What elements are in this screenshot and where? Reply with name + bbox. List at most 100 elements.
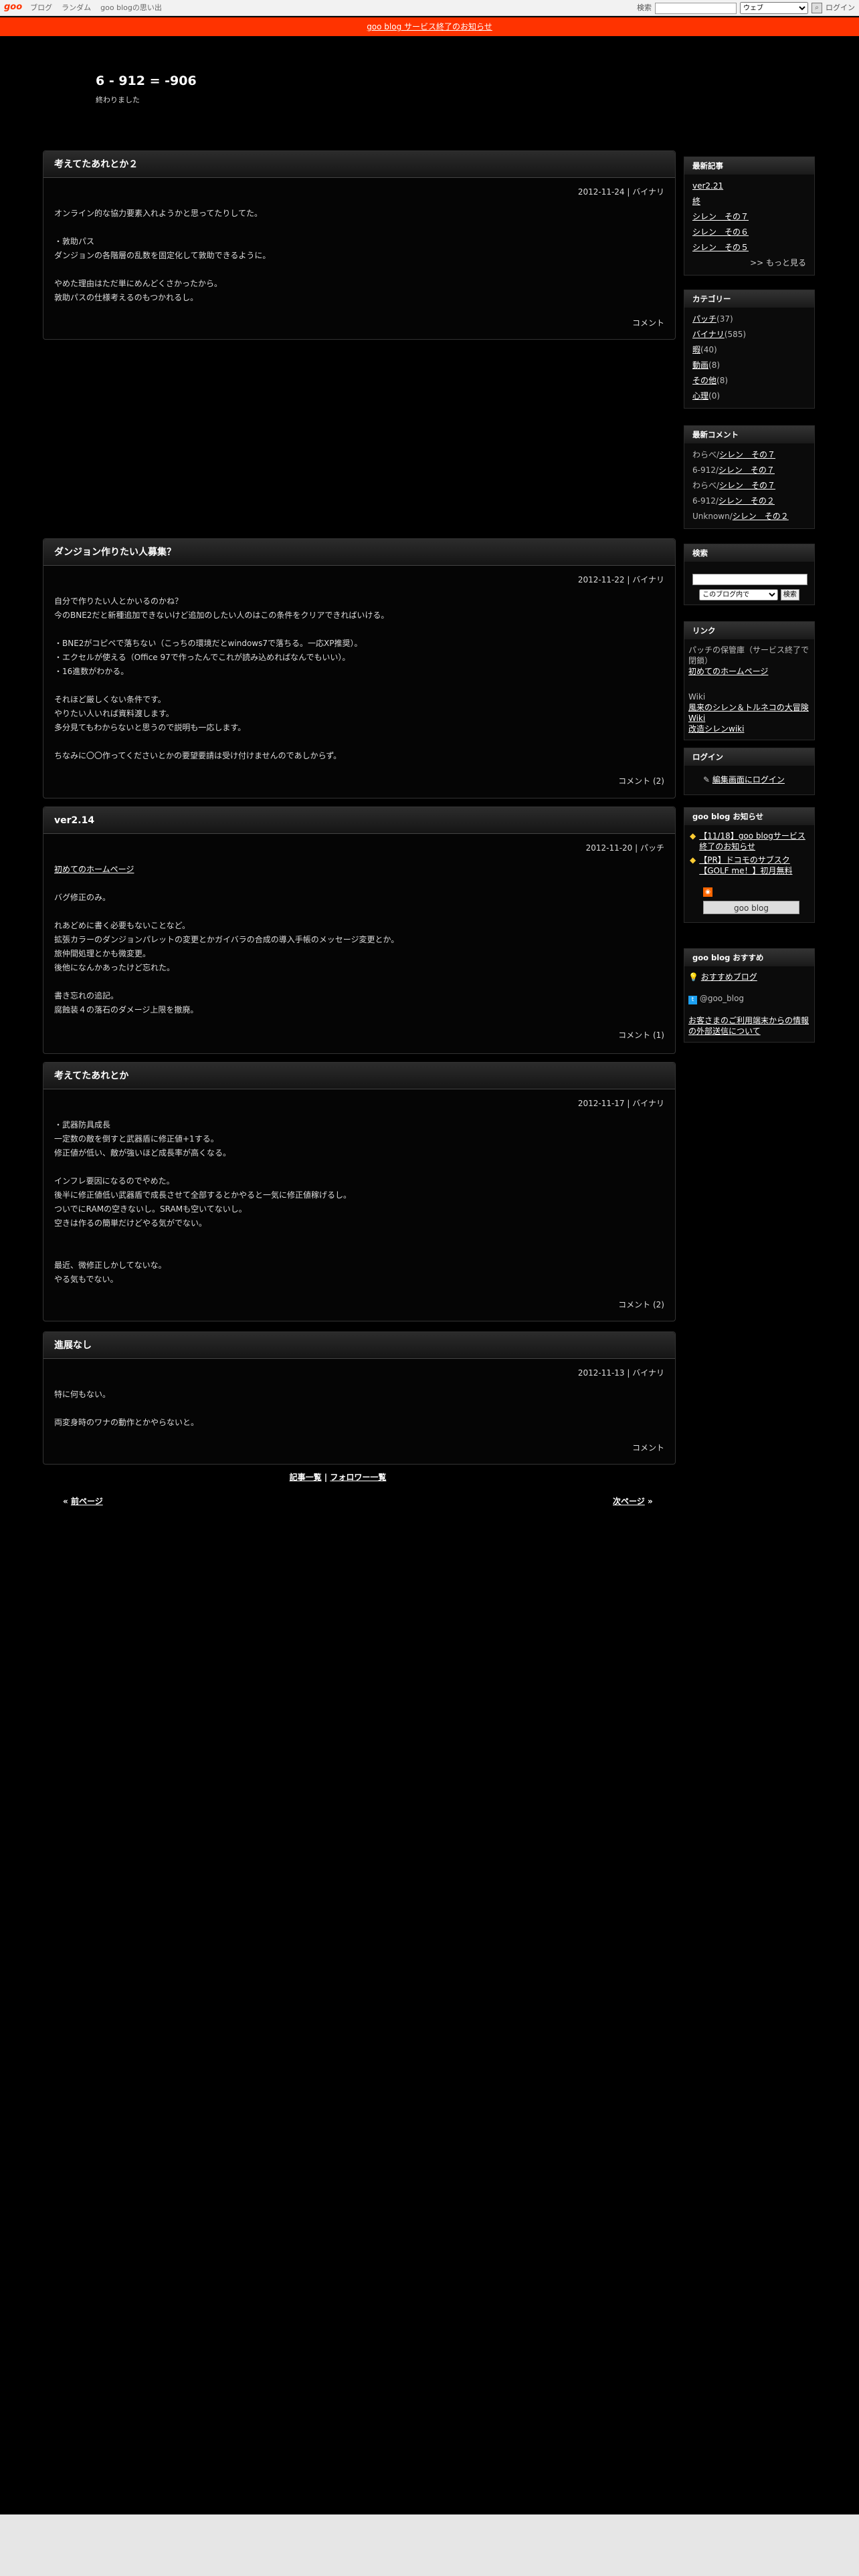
entry-line: 自分で作りたい人とかいるのかね？ bbox=[54, 597, 183, 607]
comment-post-link[interactable]: シレン その２ bbox=[719, 496, 775, 506]
external-transmission-link[interactable]: お客さまのご利用端末からの情報の外部送信について bbox=[688, 1015, 810, 1037]
goo-topbar: goo ブログ ランダム goo blogの思い出 検索 ウェブ ⌕ ログイン bbox=[0, 0, 859, 16]
blog-search-button[interactable]: 検索 bbox=[780, 589, 799, 601]
category-link[interactable]: 心理 bbox=[692, 391, 708, 401]
topbar-nav-random[interactable]: ランダム bbox=[62, 2, 91, 14]
goo-notice-item: ◆ 【PR】ドコモのサブスク【GOLF me！】初月無料 bbox=[690, 855, 809, 876]
entry: 考えてたあれとか 2012-11-17 | バイナリ ・武器防具成長 一定数の敵… bbox=[43, 1062, 676, 1321]
goo-notice-link[interactable]: 【11/18】goo blogサービス終了のお知らせ bbox=[699, 831, 809, 852]
sidebar-links: リンク パッチの保管庫（サービス終了で閉鎖） 初めてのホームページ Wiki 風… bbox=[684, 621, 815, 740]
entry: 考えてたあれとか２ 2012-11-24 | バイナリ オンライン的な協力要素入… bbox=[43, 150, 676, 340]
entry-title[interactable]: 進展なし bbox=[43, 1332, 675, 1359]
search-icon[interactable]: ⌕ bbox=[812, 3, 822, 13]
sidebar-body: わらべ/シレン その７ 6-912/シレン その７ わらべ/シレン その７ 6-… bbox=[684, 443, 814, 528]
sidebar-body: パッチの保管庫（サービス終了で閉鎖） 初めてのホームページ Wiki 風来のシレ… bbox=[684, 639, 814, 740]
category-item: 動画(8) bbox=[692, 358, 806, 373]
recommend-blog-link[interactable]: おすすめブログ bbox=[701, 972, 757, 982]
sidebar-categories: カテゴリー パッチ(37) バイナリ(585) 暇(40) 動画(8) その他(… bbox=[684, 290, 815, 409]
service-end-link[interactable]: goo blog サービス終了のお知らせ bbox=[367, 22, 492, 31]
entry-body: オンライン的な協力要素入れようかと思ってたりしてた。 ・敦助パス ダンジョンの各… bbox=[43, 199, 675, 305]
topbar-search-input[interactable] bbox=[655, 2, 737, 14]
category-link[interactable]: バイナリ bbox=[692, 330, 725, 339]
prev-page-link[interactable]: 前ページ bbox=[71, 1497, 103, 1506]
follower-list-link[interactable]: フォロワー一覧 bbox=[330, 1473, 386, 1482]
goo-logo[interactable]: goo bbox=[4, 1, 22, 15]
comment-user: Unknown/ bbox=[692, 512, 733, 521]
topbar-nav-blog[interactable]: ブログ bbox=[30, 2, 52, 14]
entry-line: 後半に修正値低い武器盾で成長させて全部するとかやると一気に修正値稼げるし。 bbox=[54, 1190, 352, 1200]
category-link[interactable]: その他 bbox=[692, 376, 717, 385]
links-wiki-kaizou[interactable]: 改造シレンwiki bbox=[688, 724, 810, 734]
entry-line: 拡張カラーのダンジョンパレットの変更とかガイバラの合成の導入手帳のメッセージ変更… bbox=[54, 935, 399, 945]
blog-search-input[interactable] bbox=[692, 574, 807, 585]
sidebar-goo-notice: goo blog お知らせ ◆ 【11/18】goo blogサービス終了のお知ら… bbox=[684, 807, 815, 923]
recent-more-link[interactable]: >> もっと見る bbox=[692, 255, 806, 271]
entry-line bbox=[54, 735, 664, 749]
recent-item[interactable]: 終 bbox=[692, 194, 806, 209]
rss-icon[interactable]: ◉ bbox=[703, 885, 809, 897]
blog-search-controls: このブログ内で 検索 bbox=[692, 588, 806, 601]
entry-line: やめた理由はただ単にめんどくさかったから。 bbox=[54, 279, 223, 289]
links-homepage[interactable]: 初めてのホームページ bbox=[688, 666, 810, 677]
topbar-nav-memories[interactable]: goo blogの思い出 bbox=[100, 2, 162, 14]
sidebar-heading: 検索 bbox=[684, 544, 814, 562]
entry-line bbox=[54, 1402, 664, 1416]
entry-meta: 2012-11-24 | バイナリ bbox=[577, 187, 664, 197]
next-page-link[interactable]: 次ページ bbox=[613, 1497, 645, 1506]
sidebar-body: ✎ 編集画面にログイン bbox=[684, 766, 814, 794]
entry-title[interactable]: ダンジョン作りたい人募集？ bbox=[43, 539, 675, 566]
sidebar-heading: 最新コメント bbox=[684, 426, 814, 443]
blog-search-scope[interactable]: このブログ内で bbox=[699, 589, 779, 601]
sidebar-heading: ログイン bbox=[684, 748, 814, 766]
entry-comment-link[interactable]: コメント (1) bbox=[43, 1017, 675, 1042]
comment-post-link[interactable]: シレン その２ bbox=[733, 512, 789, 521]
goo-notice-link[interactable]: 【PR】ドコモのサブスク【GOLF me！】初月無料 bbox=[699, 855, 809, 876]
entry-line: 一定数の敵を倒すと武器盾に修正値+1する。 bbox=[54, 1134, 219, 1144]
recent-item[interactable]: シレン その７ bbox=[692, 209, 806, 225]
category-count: (40) bbox=[700, 345, 717, 354]
goo-blog-badge[interactable]: goo blog bbox=[703, 901, 799, 914]
recent-item[interactable]: シレン その６ bbox=[692, 225, 806, 240]
comment-post-link[interactable]: シレン その７ bbox=[719, 450, 775, 459]
entry-line: オンライン的な協力要素入れようかと思ってたりしてた。 bbox=[54, 209, 263, 219]
entry-line: ついでにRAMの空きないし。SRAMも空いてないし。 bbox=[54, 1204, 247, 1214]
entry-title[interactable]: ver2.14 bbox=[43, 807, 675, 834]
category-count: (37) bbox=[717, 314, 733, 324]
links-wiki-shiren[interactable]: 風来のシレン＆トルネコの大冒険 Wiki bbox=[688, 702, 810, 724]
entry-line bbox=[54, 679, 664, 693]
entry-comment-link[interactable]: コメント (2) bbox=[43, 763, 675, 788]
entry-homepage-link[interactable]: 初めてのホームページ bbox=[54, 863, 664, 877]
topbar-search: 検索 ウェブ ⌕ ログイン bbox=[637, 2, 855, 14]
category-item: 暇(40) bbox=[692, 342, 806, 358]
edit-login-link[interactable]: 編集画面にログイン bbox=[712, 775, 785, 784]
topbar-search-scope[interactable]: ウェブ bbox=[740, 2, 808, 14]
entry: ver2.14 2012-11-20 | パッチ 初めてのホームページ バグ修正… bbox=[43, 807, 676, 1054]
category-count: (8) bbox=[717, 376, 729, 385]
recent-item[interactable]: シレン その５ bbox=[692, 240, 806, 255]
twitter-icon: t bbox=[688, 996, 697, 1004]
entry-line: やる気もでない。 bbox=[54, 1275, 118, 1285]
category-count: (0) bbox=[708, 391, 721, 401]
topbar-login-link[interactable]: ログイン bbox=[826, 2, 855, 14]
recent-item[interactable]: ver2.21 bbox=[692, 179, 806, 194]
sidebar-heading: goo blog おすすめ bbox=[684, 949, 814, 966]
service-end-notice: goo blog サービス終了のお知らせ bbox=[0, 17, 859, 36]
category-link[interactable]: 動画 bbox=[692, 360, 708, 370]
blog-title[interactable]: 6 - 912 = -906 bbox=[96, 71, 197, 91]
category-item: 心理(0) bbox=[692, 389, 806, 404]
category-count: (8) bbox=[708, 360, 721, 370]
entry-comment-link[interactable]: コメント (2) bbox=[43, 1287, 675, 1311]
category-link[interactable]: 暇 bbox=[692, 345, 700, 354]
article-list-link[interactable]: 記事一覧 bbox=[290, 1473, 322, 1482]
entry-comment-link[interactable]: コメント bbox=[43, 305, 675, 330]
entry-line: 両変身時のワナの動作とかやらないと。 bbox=[54, 1418, 199, 1428]
comment-post-link[interactable]: シレン その７ bbox=[719, 481, 775, 490]
entry-title[interactable]: 考えてたあれとか２ bbox=[43, 151, 675, 178]
entry-comment-link[interactable]: コメント bbox=[43, 1430, 675, 1455]
entry-body: ・武器防具成長 一定数の敵を倒すと武器盾に修正値+1する。 修正値が低い、敵が強… bbox=[43, 1110, 675, 1287]
entry-title[interactable]: 考えてたあれとか bbox=[43, 1063, 675, 1089]
twitter-link[interactable]: @goo_blog bbox=[700, 994, 744, 1003]
comment-post-link[interactable]: シレン その７ bbox=[719, 465, 775, 475]
category-link[interactable]: パッチ bbox=[692, 314, 717, 324]
sidebar-login: ログイン ✎ 編集画面にログイン bbox=[684, 748, 815, 795]
